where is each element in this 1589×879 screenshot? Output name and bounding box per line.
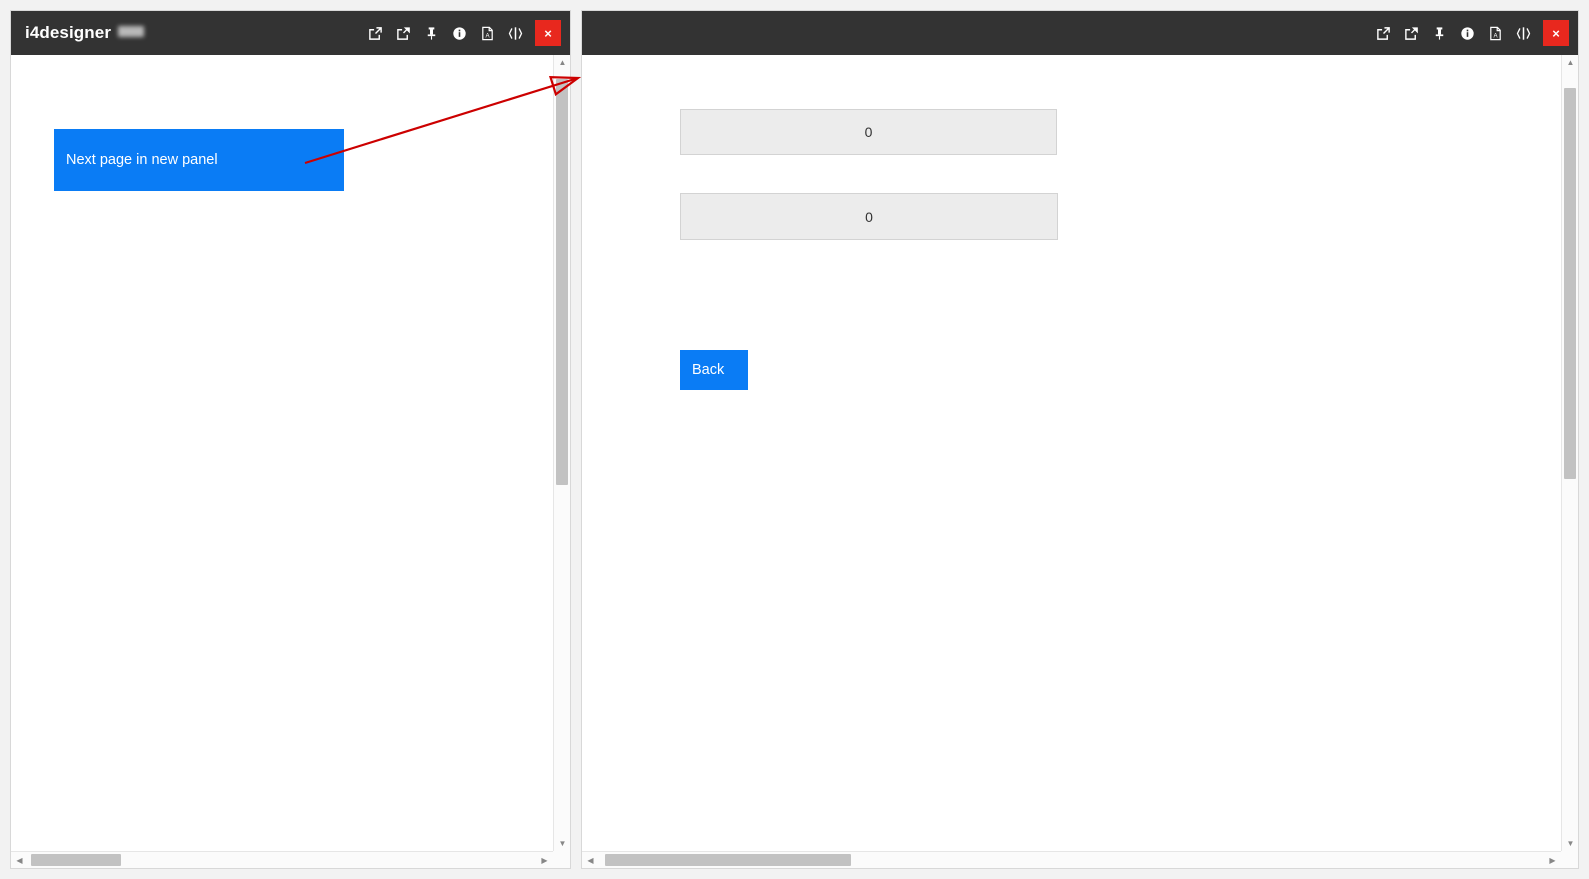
left-panel: i4designer A × Next page in new panel ▲ … — [10, 10, 571, 869]
scroll-up-arrow-icon[interactable]: ▲ — [1562, 55, 1578, 70]
left-panel-title-redacted-badge — [118, 26, 145, 37]
app-root: i4designer A × Next page in new panel ▲ … — [0, 0, 1589, 879]
export-pdf-icon[interactable]: A — [476, 11, 498, 55]
scroll-down-arrow-icon[interactable]: ▼ — [1562, 836, 1578, 851]
left-panel-titlebar-actions: A × — [361, 11, 570, 55]
right-panel-vertical-scrollbar[interactable]: ▲ ▼ — [1561, 55, 1578, 851]
scroll-up-arrow-icon[interactable]: ▲ — [554, 55, 570, 70]
info-icon[interactable] — [448, 11, 470, 55]
info-icon[interactable] — [1456, 11, 1478, 55]
left-panel-vertical-scroll-thumb[interactable] — [556, 79, 568, 486]
right-panel-horizontal-scrollbar[interactable]: ◀ ▶ — [582, 851, 1561, 868]
right-panel-close-button[interactable]: × — [1543, 20, 1569, 46]
numeric-field-1[interactable]: 0 — [680, 109, 1057, 155]
open-in-new-panel-icon[interactable] — [1400, 11, 1422, 55]
left-panel-canvas: Next page in new panel — [11, 55, 553, 868]
export-pdf-icon[interactable]: A — [1484, 11, 1506, 55]
left-panel-title: i4designer — [25, 23, 145, 43]
left-panel-body: Next page in new panel ▲ ▼ ◀ ▶ — [11, 55, 570, 868]
left-panel-titlebar: i4designer A × — [11, 11, 570, 55]
back-button[interactable]: Back — [680, 350, 748, 390]
right-panel-vertical-scroll-thumb[interactable] — [1564, 88, 1576, 480]
right-panel-titlebar: A × — [582, 11, 1578, 55]
scroll-right-arrow-icon[interactable]: ▶ — [536, 853, 553, 868]
right-panel-horizontal-scroll-thumb[interactable] — [604, 854, 852, 866]
scroll-left-arrow-icon[interactable]: ◀ — [582, 853, 599, 868]
left-panel-vertical-scrollbar[interactable]: ▲ ▼ — [553, 55, 570, 851]
flip-panel-icon[interactable] — [1512, 11, 1534, 55]
right-panel-body: 0 0 Back ▲ ▼ ◀ ▶ — [582, 55, 1578, 868]
left-panel-scroll-corner — [553, 851, 570, 868]
pin-icon[interactable] — [420, 11, 442, 55]
right-panel-titlebar-actions: A × — [1369, 11, 1578, 55]
left-panel-title-text: i4designer — [25, 23, 112, 42]
svg-text:A: A — [485, 32, 490, 39]
open-in-new-window-icon[interactable] — [364, 11, 386, 55]
scroll-left-arrow-icon[interactable]: ◀ — [11, 853, 28, 868]
svg-text:A: A — [1493, 32, 1498, 39]
numeric-field-2[interactable]: 0 — [680, 193, 1058, 240]
next-page-in-new-panel-button[interactable]: Next page in new panel — [54, 129, 344, 191]
open-in-new-panel-icon[interactable] — [392, 11, 414, 55]
flip-panel-icon[interactable] — [504, 11, 526, 55]
left-panel-close-button[interactable]: × — [535, 20, 561, 46]
right-panel-canvas: 0 0 Back — [582, 55, 1561, 868]
left-panel-horizontal-scroll-thumb[interactable] — [31, 854, 121, 866]
left-panel-horizontal-scrollbar[interactable]: ◀ ▶ — [11, 851, 553, 868]
scroll-right-arrow-icon[interactable]: ▶ — [1544, 853, 1561, 868]
scroll-down-arrow-icon[interactable]: ▼ — [554, 836, 570, 851]
pin-icon[interactable] — [1428, 11, 1450, 55]
open-in-new-window-icon[interactable] — [1372, 11, 1394, 55]
right-panel: A × 0 0 Back ▲ ▼ ◀ ▶ — [581, 10, 1579, 869]
right-panel-scroll-corner — [1561, 851, 1578, 868]
